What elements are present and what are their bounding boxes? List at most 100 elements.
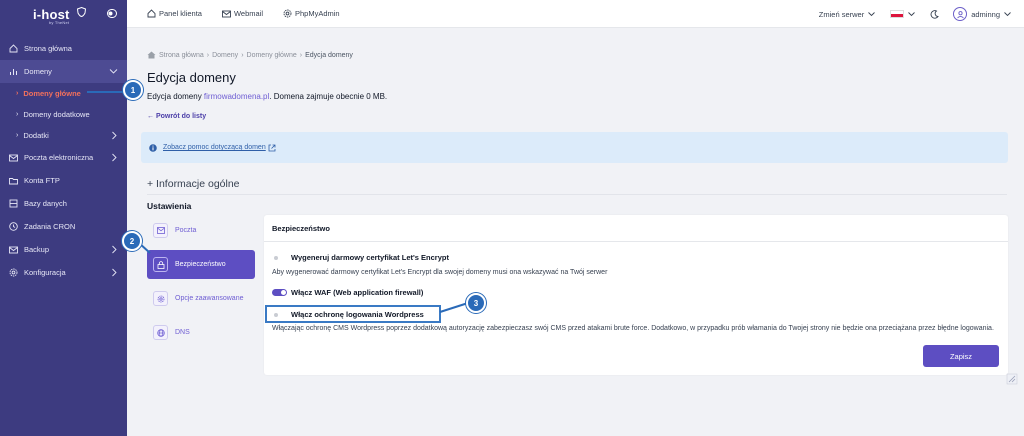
logo-row: i-host by TheNet: [0, 0, 127, 28]
user-avatar-icon: [953, 7, 968, 21]
chevron-right-icon: [112, 268, 117, 277]
letsencrypt-toggle[interactable]: [272, 254, 287, 261]
change-server-dropdown[interactable]: Zmień serwer: [819, 10, 876, 19]
tab-label: Opcje zaawansowane: [175, 295, 244, 302]
settings-tabs: Poczta Bezpieczeństwo Opcje zaawansowane…: [147, 216, 255, 352]
poland-flag-icon: [890, 10, 905, 18]
security-card: Bezpieczeństwo Wygeneruj darmowy certyfi…: [264, 215, 1008, 375]
settings-heading: Ustawienia: [147, 201, 192, 211]
sidebar-toggle-icon[interactable]: [107, 9, 117, 18]
chevron-down-icon: [109, 69, 118, 74]
webmail-link[interactable]: Webmail: [222, 9, 263, 18]
wordpress-label: Włącz ochronę logowania Wordpress: [291, 310, 424, 319]
database-icon: [8, 199, 18, 209]
sidebar-item-label: Domeny: [24, 67, 52, 76]
theme-toggle[interactable]: [930, 9, 940, 19]
sidebar: i-host by TheNet Strona główna Domeny › …: [0, 0, 127, 436]
phpmyadmin-link[interactable]: PhpMyAdmin: [283, 9, 340, 18]
save-button[interactable]: Zapisz: [923, 345, 999, 367]
webmail-link-label: Webmail: [233, 9, 263, 18]
change-server-label: Zmień serwer: [818, 9, 865, 19]
security-card-title: Bezpieczeństwo: [264, 215, 1008, 242]
sidebar-item-label: Konfiguracja: [24, 268, 66, 277]
info-icon: [149, 143, 157, 152]
gear-icon: [153, 291, 168, 306]
tab-label: Poczta: [175, 227, 197, 234]
phpmyadmin-link-label: PhpMyAdmin: [295, 9, 340, 18]
sidebar-item-label: Konta FTP: [24, 176, 60, 185]
home-icon: [147, 9, 156, 18]
sidebar-subitem-label: Dodatki: [23, 131, 49, 140]
archive-icon: [8, 245, 18, 255]
section-divider: [147, 194, 1007, 195]
back-to-list-link[interactable]: ← Powrót do listy: [147, 113, 206, 120]
chevron-right-icon: [112, 245, 117, 254]
topbar: Panel klienta Webmail PhpMyAdmin Zmień s…: [127, 0, 1024, 28]
sidebar-item-cron[interactable]: Zadania CRON: [0, 215, 127, 238]
sidebar-item-label: Strona główna: [24, 44, 72, 53]
wordpress-option: Włącz ochronę logowania Wordpress: [272, 310, 424, 319]
help-link[interactable]: Zobacz pomoc dotyczącą domen: [163, 144, 266, 151]
sidebar-nav: Strona główna Domeny › Domeny główne › D…: [0, 37, 127, 284]
tab-label: Bezpieczeństwo: [175, 261, 226, 268]
page-description: Edycja domeny firmowadomena.pl. Domena z…: [147, 92, 388, 101]
mail-icon: [222, 10, 231, 17]
shield-icon: [77, 6, 87, 17]
globe-icon: [153, 325, 168, 340]
gear-icon: [283, 9, 292, 18]
sidebar-item-domains[interactable]: Domeny: [0, 60, 127, 83]
panel-link-label: Panel klienta: [159, 9, 202, 18]
badge-pointer-1: [87, 91, 123, 93]
sidebar-subitem-addons[interactable]: › Dodatki: [0, 125, 127, 146]
waf-option: Włącz WAF (Web application firewall): [272, 288, 423, 297]
tab-security[interactable]: Bezpieczeństwo: [147, 250, 255, 279]
sidebar-subitem-label: Domeny dodatkowe: [23, 110, 90, 119]
breadcrumb-home[interactable]: Strona główna: [159, 52, 204, 59]
sidebar-item-ftp[interactable]: Konta FTP: [0, 169, 127, 192]
mail-icon: [8, 153, 18, 163]
page-title: Edycja domeny: [147, 70, 236, 85]
letsencrypt-label: Wygeneruj darmowy certyfikat Let's Encry…: [291, 253, 449, 262]
domain-name: firmowadomena.pl: [203, 92, 270, 101]
resize-grip-icon: [1006, 373, 1018, 385]
logo[interactable]: i-host by TheNet: [33, 6, 87, 25]
help-info-box: Zobacz pomoc dotyczącą domen: [141, 132, 1008, 163]
chevron-down-icon: [1004, 12, 1011, 17]
tab-mail[interactable]: Poczta: [147, 216, 255, 245]
sidebar-item-label: Zadania CRON: [24, 222, 76, 231]
tab-dns[interactable]: DNS: [147, 318, 255, 347]
bar-chart-icon: [8, 67, 18, 77]
tab-advanced[interactable]: Opcje zaawansowane: [147, 284, 255, 313]
breadcrumb-domains[interactable]: Domeny: [212, 52, 238, 59]
general-info-toggle[interactable]: + Informacje ogólne: [147, 178, 240, 190]
home-icon: [147, 51, 156, 59]
chevron-right-icon: [112, 131, 117, 140]
user-menu[interactable]: adminng: [953, 7, 1012, 21]
logo-subtitle: by TheNet: [49, 19, 70, 25]
tab-label: DNS: [175, 329, 190, 336]
letsencrypt-description: Aby wygenerować darmowy certyfikat Let's…: [272, 269, 608, 276]
waf-toggle[interactable]: [272, 289, 287, 296]
wordpress-protection-toggle[interactable]: [272, 311, 287, 318]
main-content: Strona główna › Domeny › Domeny główne ›…: [127, 28, 1024, 436]
language-dropdown[interactable]: [890, 10, 916, 18]
chevron-down-icon: [908, 12, 916, 17]
chevron-right-icon: [112, 153, 117, 162]
panel-link[interactable]: Panel klienta: [147, 9, 202, 18]
letsencrypt-option: Wygeneruj darmowy certyfikat Let's Encry…: [272, 253, 449, 262]
lock-icon: [153, 257, 168, 272]
sidebar-subitem-addon-domains[interactable]: › Domeny dodatkowe: [0, 104, 127, 125]
sidebar-item-home[interactable]: Strona główna: [0, 37, 127, 60]
wordpress-description: Włączając ochronę CMS Wordpress poprzez …: [272, 325, 994, 332]
sidebar-item-email[interactable]: Poczta elektroniczna: [0, 146, 127, 169]
external-link-icon: [268, 144, 276, 151]
sidebar-item-label: Poczta elektroniczna: [24, 153, 94, 162]
mail-icon: [153, 223, 168, 238]
sidebar-item-config[interactable]: Konfiguracja: [0, 261, 127, 284]
sidebar-item-databases[interactable]: Bazy danych: [0, 192, 127, 215]
breadcrumb-main-domains[interactable]: Domeny główne: [247, 52, 297, 59]
sidebar-item-label: Bazy danych: [24, 199, 67, 208]
sidebar-item-backup[interactable]: Backup: [0, 238, 127, 261]
step-badge-3: 3: [466, 293, 486, 313]
sidebar-subitem-label: Domeny główne: [23, 89, 81, 98]
